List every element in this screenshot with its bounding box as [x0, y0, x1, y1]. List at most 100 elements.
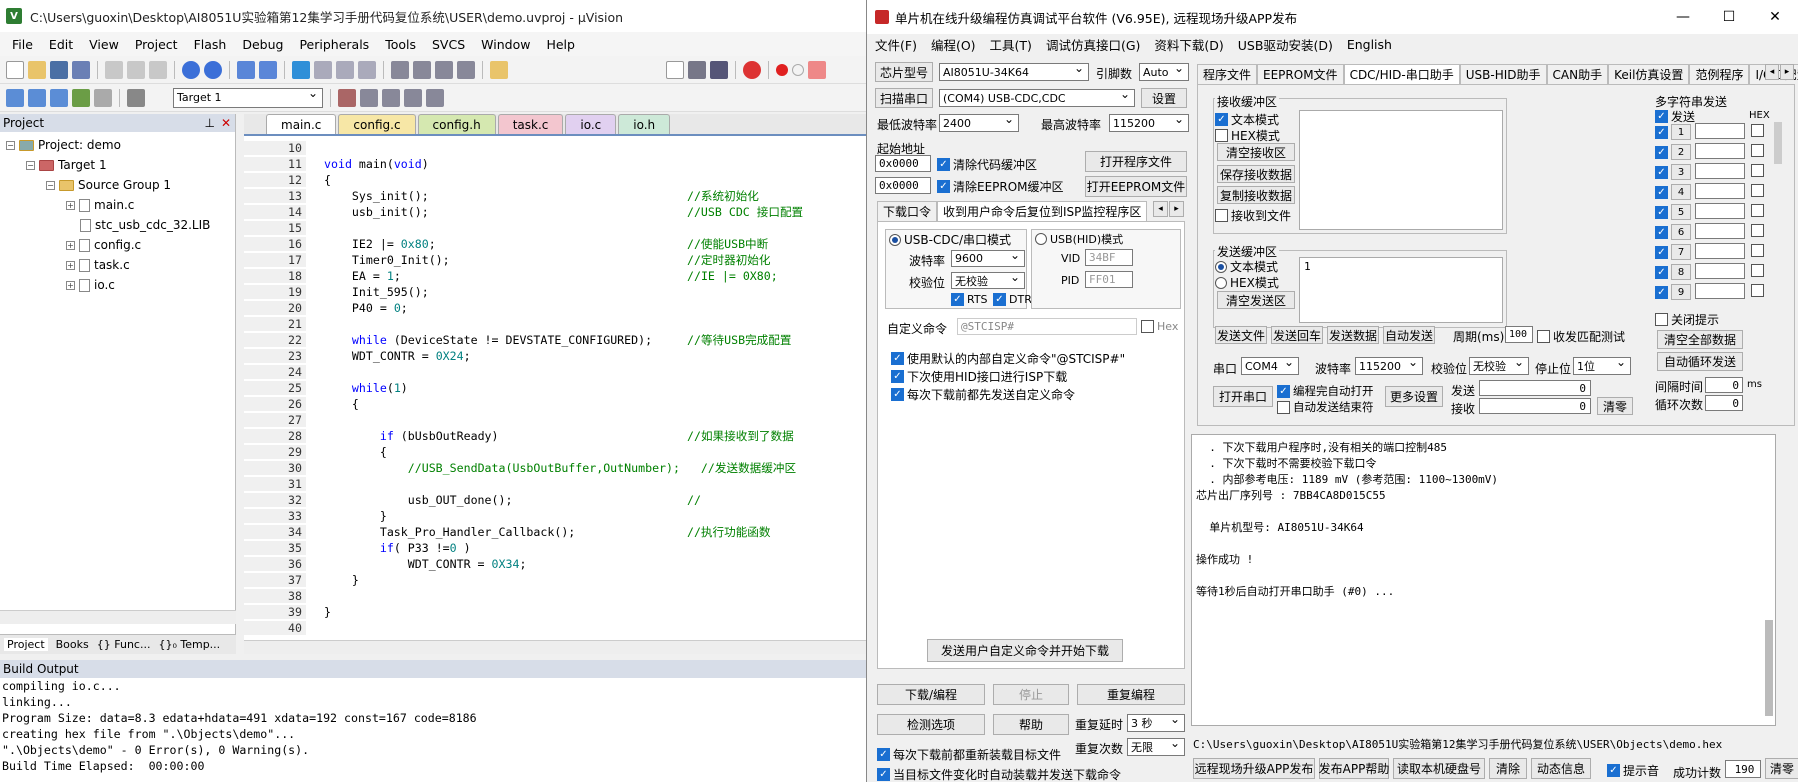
code-line[interactable]: 22 while (DeviceState != DEVSTATE_CONFIG… [244, 332, 791, 348]
parity2-select[interactable]: 无校验 [1469, 355, 1529, 375]
download-icon[interactable] [72, 88, 90, 107]
tab-next-icon[interactable]: ▸ [1169, 201, 1184, 217]
code-line[interactable]: 27 [244, 412, 306, 428]
tab-can[interactable]: CAN助手 [1546, 64, 1609, 84]
clear-code-checkbox[interactable]: ✓ 清除代码缓冲区 [937, 156, 1037, 173]
close-tip-checkbox[interactable]: 关闭提示 [1655, 311, 1719, 328]
menu-peripherals[interactable]: Peripherals [291, 37, 377, 52]
copy-recv-button[interactable]: 复制接收数据 [1217, 186, 1295, 204]
scan-port-button[interactable]: 扫描串口 [875, 88, 933, 108]
menu-view[interactable]: View [81, 37, 127, 52]
maximize-icon[interactable]: ☐ [1706, 0, 1752, 34]
multi-send-input[interactable] [1695, 123, 1745, 139]
tab-download-password[interactable]: 下载口令 [877, 201, 938, 221]
auto-send-button[interactable]: 自动发送 [1383, 326, 1435, 344]
menu-debug[interactable]: Debug [234, 37, 291, 52]
clear-send-button[interactable]: 清空发送区 [1217, 291, 1295, 309]
recv-to-file-checkbox[interactable]: 接收到文件 [1215, 207, 1291, 224]
etab-io-h[interactable]: io.h [618, 114, 671, 134]
rts-checkbox[interactable]: ✓ RTS [951, 293, 988, 306]
send-data-button[interactable]: 发送数据 [1327, 326, 1379, 344]
open-eeprom-button[interactable]: 打开EEPROM文件 [1085, 176, 1187, 197]
stc-menu-tools[interactable]: 工具(T) [990, 35, 1032, 54]
chip-label[interactable]: 芯片型号 [875, 62, 933, 82]
code-line[interactable]: 15 [244, 220, 306, 236]
more-settings-button[interactable]: 更多设置 [1385, 386, 1443, 407]
cut-icon[interactable] [105, 60, 123, 79]
usbcdc-mode-radio[interactable]: USB-CDC/串口模式 [889, 231, 1011, 248]
auto-open-checkbox[interactable]: ✓ 编程完自动打开 [1277, 383, 1374, 399]
multi-hex-checkbox[interactable] [1751, 264, 1764, 277]
repeat-delay-select[interactable]: 3 秒 [1127, 712, 1185, 732]
use-hid-checkbox[interactable]: ✓ 下次使用HID接口进行ISP下载 [891, 368, 1067, 385]
send-cmd-first-checkbox[interactable]: ✓ 每次下载前都先发送自定义命令 [891, 386, 1075, 403]
tab-functions[interactable]: {} Func... [97, 638, 151, 651]
multi-hex-checkbox[interactable] [1751, 184, 1764, 197]
rtab-prev-icon[interactable]: ◂ [1765, 64, 1779, 80]
reload-before-download-checkbox[interactable]: ✓ 每次下载前都重新装载目标文件 [877, 746, 1061, 763]
multi-send-row[interactable]: ✓ 2 [1655, 144, 1691, 160]
code-line[interactable]: 40 [244, 620, 306, 636]
multi-send-row[interactable]: ✓ 1 [1655, 124, 1691, 140]
code-line[interactable]: 29 { [244, 444, 387, 460]
stc-menu-usb[interactable]: USB驱动安装(D) [1238, 35, 1333, 54]
save-icon[interactable] [50, 60, 68, 79]
check-options-button[interactable]: 检测选项 [877, 714, 985, 735]
clear-success-button[interactable]: 清零 [1765, 758, 1798, 779]
send-file-button[interactable]: 发送文件 [1215, 326, 1267, 344]
send-hex-mode-radio[interactable]: HEX模式 [1215, 274, 1279, 291]
open-file-icon[interactable] [28, 60, 46, 79]
recv-hex-mode-checkbox[interactable]: HEX模式 [1215, 127, 1280, 144]
code-line[interactable]: 16 IE2 |= 0x80; //使能USB中断 [244, 236, 768, 252]
stc-menu-file[interactable]: 文件(F) [875, 35, 917, 54]
load-icon[interactable] [127, 88, 145, 107]
pack-installer-icon[interactable] [404, 88, 422, 107]
clear-all-button[interactable]: 清空全部数据 [1657, 330, 1743, 349]
code-line[interactable]: 10 [244, 140, 306, 156]
breakpoint-disable-icon[interactable] [792, 63, 804, 76]
manage-components-icon[interactable] [382, 88, 400, 107]
multi-hex-checkbox[interactable] [1751, 284, 1764, 297]
breakpoint-clear-icon[interactable] [808, 60, 826, 79]
code-line[interactable]: 37 } [244, 572, 359, 588]
stc-menu-english[interactable]: English [1347, 37, 1392, 52]
vid-input[interactable]: 34BF [1085, 249, 1133, 266]
menu-svcs[interactable]: SVCS [424, 37, 473, 52]
multi-hex-checkbox[interactable] [1751, 164, 1764, 177]
unindent-icon[interactable] [413, 60, 431, 79]
settings-button[interactable]: 设置 [1141, 88, 1187, 108]
minimize-icon[interactable]: — [1660, 0, 1706, 34]
tab-reset-isp[interactable]: 收到用户命令后复位到ISP监控程序区 [937, 201, 1148, 221]
pin-select[interactable]: Auto [1139, 61, 1189, 81]
paste-icon[interactable] [149, 60, 167, 79]
code-line[interactable]: 36 WDT_CONTR = 0X34; [244, 556, 526, 572]
target-options-icon[interactable] [338, 88, 356, 107]
multi-send-row[interactable]: ✓ 7 [1655, 244, 1691, 260]
code-line[interactable]: 32 usb_OUT_done(); // [244, 492, 701, 508]
indent-icon[interactable] [391, 60, 409, 79]
new-file-icon[interactable] [6, 60, 24, 79]
close-window-icon[interactable]: ✕ [1752, 0, 1798, 34]
stc-menu-debug[interactable]: 调试仿真接口(G) [1046, 35, 1140, 54]
nav-forward-icon[interactable] [259, 60, 277, 79]
tree-file-task[interactable]: + task.c [66, 258, 130, 272]
multi-send-input[interactable] [1695, 203, 1745, 219]
code-line[interactable]: 24 [244, 364, 306, 380]
save-all-icon[interactable] [72, 60, 90, 79]
multi-send-input[interactable] [1695, 143, 1745, 159]
code-line[interactable]: 13 Sys_init(); //系统初始化 [244, 188, 759, 204]
stop-bits-select[interactable]: 1位 [1573, 355, 1631, 375]
code-line[interactable]: 11 void main(void) [244, 156, 429, 172]
etab-config-h[interactable]: config.h [417, 114, 496, 134]
recv-text-mode-checkbox[interactable]: ✓ 文本模式 [1215, 111, 1279, 128]
close-icon[interactable]: ✕ [221, 116, 231, 130]
code-line[interactable]: 12 { [244, 172, 331, 188]
loop-input[interactable]: 0 [1705, 395, 1743, 411]
custom-cmd-input[interactable]: @STCISP# [957, 318, 1137, 335]
code-line[interactable]: 23 WDT_CONTR = 0X24; [244, 348, 471, 364]
code-editor[interactable]: main.c config.c config.h task.c io.c io.… [244, 114, 866, 640]
repeat-count-select[interactable]: 无限 [1127, 736, 1185, 756]
code-line[interactable]: 39} [244, 604, 331, 620]
target-select[interactable]: Target 1 [173, 86, 323, 108]
auto-end-checkbox[interactable]: 自动发送结束符 [1277, 399, 1374, 415]
